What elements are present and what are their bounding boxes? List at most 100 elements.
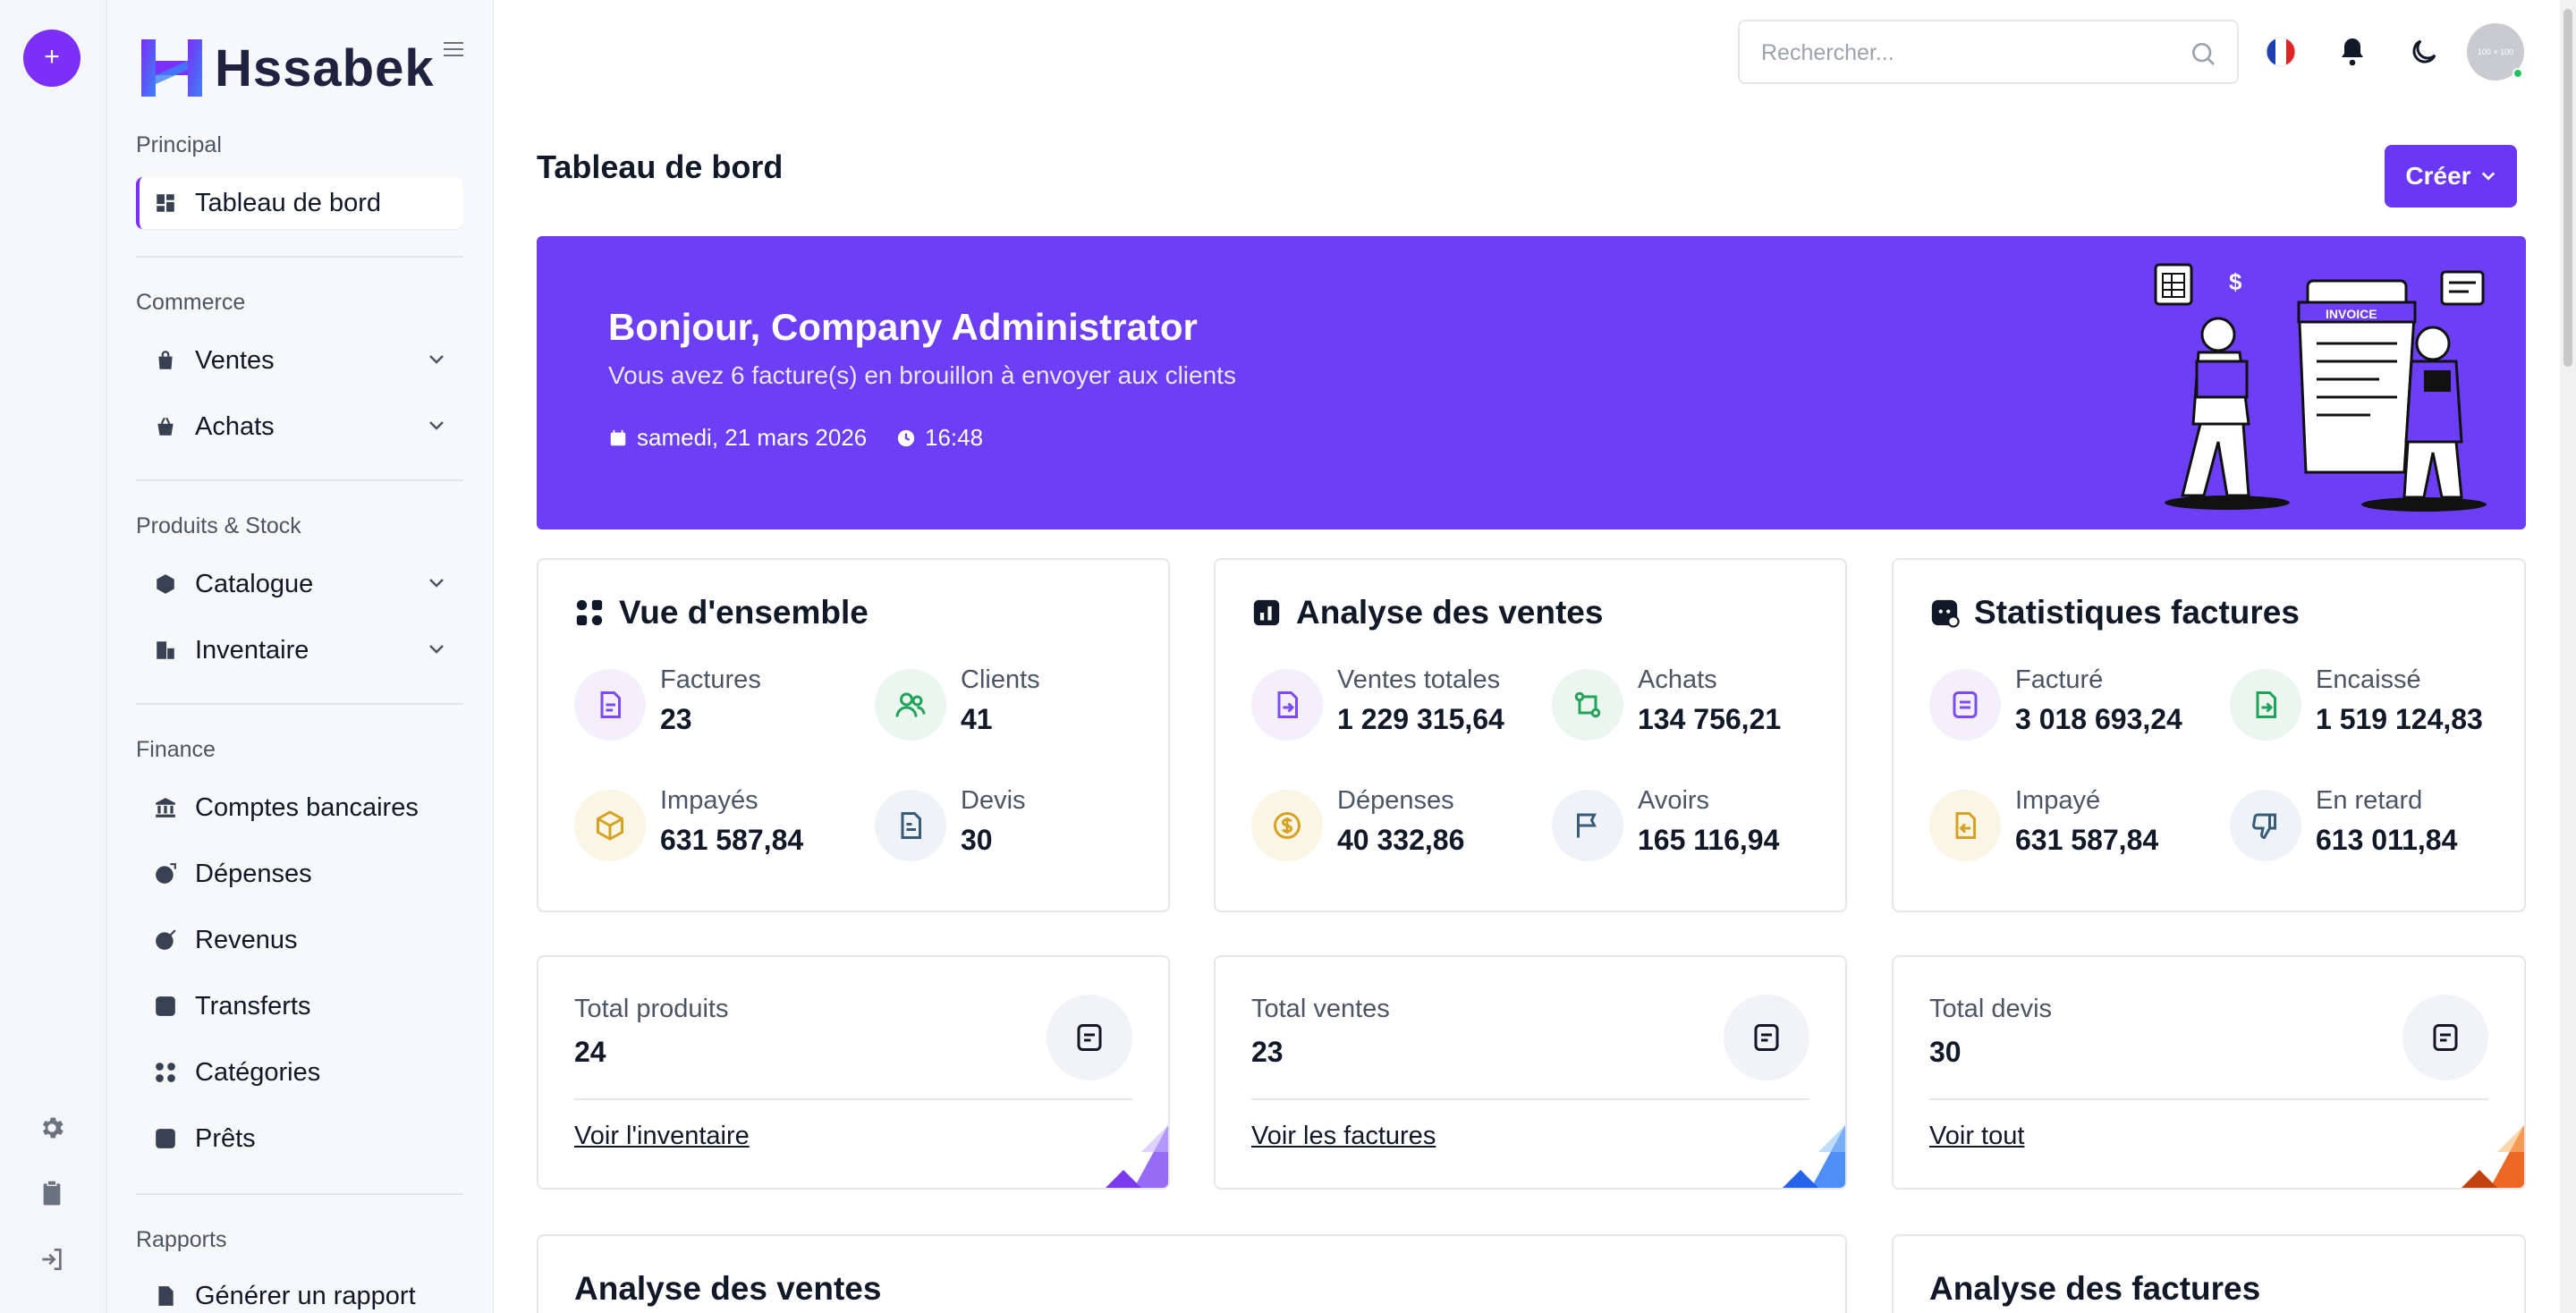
document-return-icon bbox=[1955, 812, 1976, 839]
stat-label: Factures bbox=[660, 665, 761, 694]
view-all-link[interactable]: Voir tout bbox=[1929, 1122, 2024, 1151]
stat-label: Clients bbox=[961, 665, 1040, 694]
illustration-invoice-label: INVOICE bbox=[2326, 307, 2377, 321]
sales-card-title: Analyse des ventes bbox=[1251, 594, 1603, 631]
chevron-down-icon bbox=[2481, 172, 2495, 181]
stat-facture[interactable]: Facturé 3 018 693,24 bbox=[1929, 665, 2216, 746]
total-products-card: Total produits 24 Voir l'inventaire bbox=[537, 955, 1170, 1190]
notification-bell-icon[interactable] bbox=[2336, 36, 2368, 68]
chevron-down-icon bbox=[429, 355, 444, 364]
stat-impayes[interactable]: Impayés 631 587,84 bbox=[574, 786, 860, 867]
stat-value: 165 116,94 bbox=[1638, 824, 1780, 856]
avatar-placeholder-text: 100 × 100 bbox=[2477, 47, 2514, 56]
stat-depenses[interactable]: Dépenses 40 332,86 bbox=[1251, 786, 1538, 867]
money-in-icon bbox=[156, 929, 176, 950]
stat-label: Avoirs bbox=[1638, 786, 1710, 815]
total-label: Total produits bbox=[574, 995, 729, 1023]
stat-en-retard[interactable]: En retard 613 011,84 bbox=[2230, 786, 2516, 867]
sales-analysis-chart-card: Analyse des ventes bbox=[537, 1234, 1847, 1313]
stat-value: 23 bbox=[660, 703, 692, 735]
package-icon bbox=[597, 810, 623, 841]
total-quotes-card: Total devis 30 Voir tout bbox=[1892, 955, 2526, 1190]
dashboard-icon bbox=[157, 194, 174, 212]
invoice-stats-icon bbox=[1931, 599, 1960, 628]
quick-add-button[interactable]: + bbox=[23, 30, 80, 87]
search-icon[interactable] bbox=[2189, 39, 2217, 68]
sidebar-item-label: Achats bbox=[195, 411, 275, 441]
stat-label: Ventes totales bbox=[1337, 665, 1501, 694]
total-value: 30 bbox=[1929, 1036, 1962, 1068]
divider bbox=[136, 479, 463, 481]
report-icon bbox=[158, 1286, 174, 1306]
stat-achats[interactable]: Achats 134 756,21 bbox=[1552, 665, 1838, 746]
create-button-label: Créer bbox=[2405, 162, 2471, 190]
sales-analysis-card: Analyse des ventes Ventes totales 1 229 … bbox=[1214, 558, 1847, 912]
corner-decoration bbox=[1783, 1125, 1845, 1188]
sidebar-item-inventaire[interactable]: Inventaire bbox=[136, 624, 463, 676]
file-text-icon bbox=[901, 812, 921, 839]
stat-factures[interactable]: Factures 23 bbox=[574, 665, 860, 746]
total-label: Total ventes bbox=[1251, 995, 1390, 1023]
total-sales-card: Total ventes 23 Voir les factures bbox=[1214, 955, 1847, 1190]
logout-icon[interactable] bbox=[38, 1245, 66, 1274]
stat-icon-circle bbox=[1251, 669, 1323, 741]
dark-mode-moon-icon[interactable] bbox=[2408, 36, 2440, 68]
document-export-icon bbox=[1277, 691, 1298, 718]
calendar-icon bbox=[610, 429, 626, 445]
scrollbar-thumb[interactable] bbox=[2563, 9, 2572, 367]
invoice-analysis-chart-card: Analyse des factures bbox=[1892, 1234, 2526, 1313]
app-logo[interactable]: Hssabek bbox=[138, 34, 435, 102]
categories-icon bbox=[156, 1063, 175, 1082]
menu-toggle-icon[interactable] bbox=[442, 39, 465, 59]
sidebar-item-label: Transferts bbox=[195, 991, 311, 1021]
overview-card-title: Vue d'ensemble bbox=[574, 594, 869, 631]
sidebar-item-label: Tableau de bord bbox=[195, 188, 381, 217]
chevron-down-icon bbox=[429, 645, 444, 654]
sidebar-item-prets[interactable]: Prêts bbox=[136, 1113, 463, 1165]
sidebar-item-comptes-bancaires[interactable]: Comptes bancaires bbox=[136, 782, 463, 834]
welcome-banner: Bonjour, Company Administrator Vous avez… bbox=[537, 236, 2526, 529]
file-icon bbox=[1077, 1024, 1102, 1051]
sidebar-item-label: Catalogue bbox=[195, 569, 314, 598]
sidebar-item-achats[interactable]: Achats bbox=[136, 401, 463, 453]
sidebar-item-dashboard[interactable]: Tableau de bord bbox=[136, 177, 463, 229]
users-icon bbox=[895, 692, 926, 717]
sidebar-item-depenses[interactable]: Dépenses bbox=[136, 848, 463, 900]
sidebar-item-ventes[interactable]: Ventes bbox=[136, 335, 463, 386]
stat-value: 41 bbox=[961, 703, 993, 735]
stat-value: 631 587,84 bbox=[660, 824, 804, 856]
stat-clients[interactable]: Clients 41 bbox=[875, 665, 1161, 746]
sidebar-item-label: Ventes bbox=[195, 345, 275, 375]
stat-label: En retard bbox=[2316, 786, 2423, 815]
stat-ventes-totales[interactable]: Ventes totales 1 229 315,64 bbox=[1251, 665, 1538, 746]
stat-devis[interactable]: Devis 30 bbox=[875, 786, 1161, 867]
create-button[interactable]: Créer bbox=[2385, 145, 2517, 208]
bottom-sales-title: Analyse des ventes bbox=[574, 1270, 882, 1307]
total-icon-circle bbox=[1046, 995, 1132, 1080]
total-value: 23 bbox=[1251, 1036, 1284, 1068]
grid-icon bbox=[576, 599, 603, 626]
search-input[interactable] bbox=[1761, 38, 2182, 68]
sidebar-item-categories[interactable]: Catégories bbox=[136, 1046, 463, 1098]
current-time: 16:48 bbox=[925, 424, 984, 451]
sidebar-item-generer-rapport[interactable]: Générer un rapport bbox=[136, 1270, 463, 1313]
stat-value: 1 229 315,64 bbox=[1337, 703, 1504, 735]
stat-impaye[interactable]: Impayé 631 587,84 bbox=[1929, 786, 2216, 867]
sidebar-item-revenus[interactable]: Revenus bbox=[136, 914, 463, 966]
clipboard-icon[interactable] bbox=[38, 1179, 66, 1207]
language-flag-icon[interactable] bbox=[2265, 36, 2297, 68]
view-inventory-link[interactable]: Voir l'inventaire bbox=[574, 1122, 750, 1151]
stat-icon-circle bbox=[2230, 669, 2301, 741]
sidebar-item-transferts[interactable]: Transferts bbox=[136, 980, 463, 1032]
stat-encaisse[interactable]: Encaissé 1 519 124,83 bbox=[2230, 665, 2516, 746]
view-invoices-link[interactable]: Voir les factures bbox=[1251, 1122, 1436, 1151]
settings-icon[interactable] bbox=[38, 1114, 66, 1142]
box-icon bbox=[157, 574, 174, 594]
section-label-finance: Finance bbox=[136, 737, 216, 762]
divider bbox=[136, 256, 463, 258]
invoices-title-text: Statistiques factures bbox=[1974, 594, 2300, 631]
stat-icon-circle bbox=[875, 669, 946, 741]
stat-avoirs[interactable]: Avoirs 165 116,94 bbox=[1552, 786, 1838, 867]
sidebar-item-catalogue[interactable]: Catalogue bbox=[136, 558, 463, 610]
stat-label: Facturé bbox=[2015, 665, 2104, 694]
